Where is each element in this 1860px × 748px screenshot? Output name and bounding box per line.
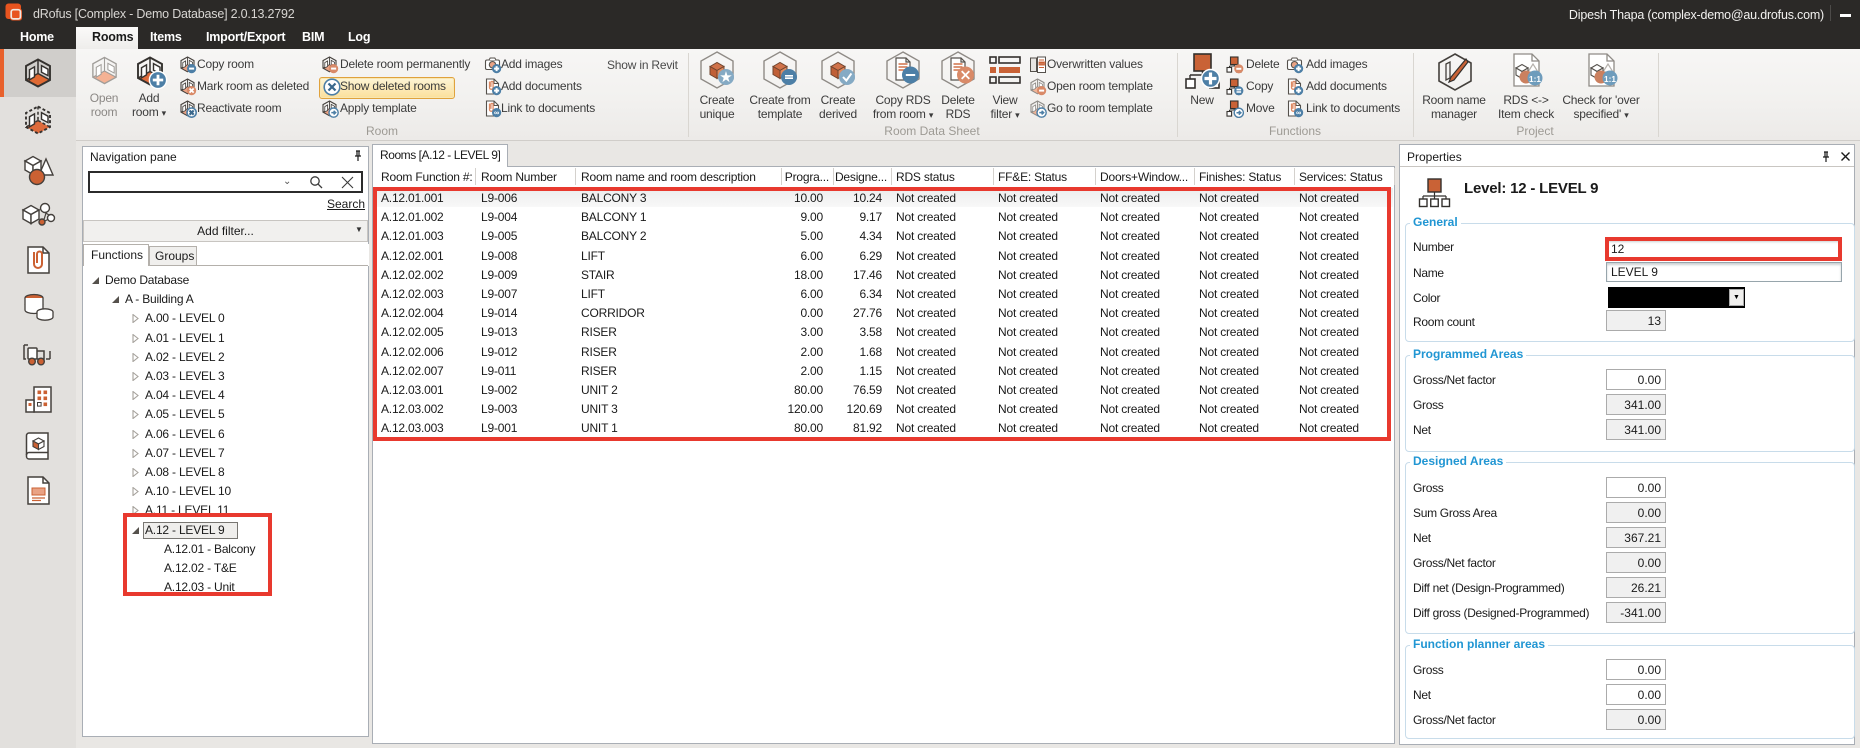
svg-text:1:1: 1:1 [1529,75,1541,84]
svg-text:∞: ∞ [1296,108,1301,117]
svg-text:∞: ∞ [494,108,499,117]
svg-text:1:1: 1:1 [1604,75,1616,84]
svg-text:★: ★ [719,69,733,86]
